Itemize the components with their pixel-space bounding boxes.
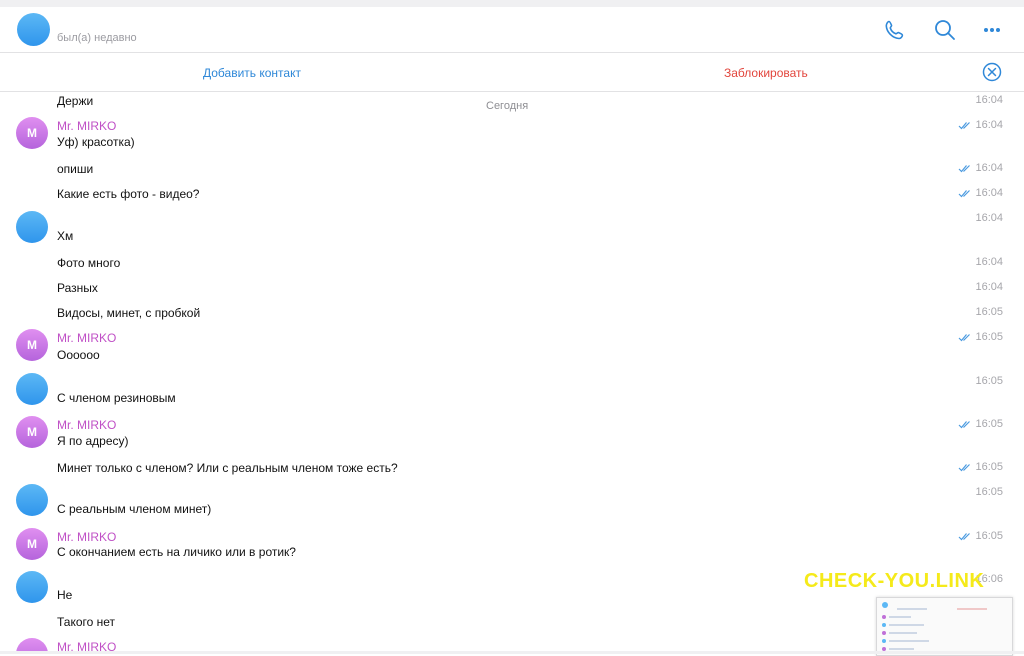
thumbnail-line [957,608,987,610]
message-time: 16:05 [975,530,1003,542]
message-time: 16:04 [975,212,1003,224]
contact-message-avatar[interactable] [16,211,48,243]
message-text: Держи [57,94,94,108]
screenshot-thumbnail[interactable] [876,597,1013,656]
read-checkmarks-icon [958,334,970,342]
sender-avatar[interactable]: M [16,528,48,560]
sender-name[interactable]: Mr. MIRKO [57,119,116,133]
sender-avatar[interactable]: M [16,117,48,149]
message-text: Какие есть фото - видео? [57,187,200,201]
search-icon[interactable] [932,17,958,43]
thumbnail-line [889,648,914,650]
thumbnail-line [889,632,917,634]
contact-message-avatar[interactable] [16,484,48,516]
message-text: Разных [57,281,98,295]
message-text: Хм [57,229,74,243]
read-checkmarks-icon [958,464,970,472]
message-time: 16:04 [975,256,1003,268]
message-text: С членом резиновым [57,391,176,405]
message-text: С окончанием есть на личико или в ротик? [57,545,296,559]
sender-avatar[interactable] [16,638,48,652]
chat-header: был(а) недавно [0,7,1024,53]
read-checkmarks-icon [958,190,970,198]
thumbnail-dot [882,615,886,619]
message-text: Я по адресу) [57,434,129,448]
message-text: Уф) красотка) [57,135,135,149]
read-checkmarks-icon [958,421,970,429]
message-time: 16:05 [975,418,1003,430]
message-time: 16:05 [975,486,1003,498]
thumbnail-avatar [882,602,888,608]
watermark-text: CHECK-YOU.LINK [804,570,985,592]
message-text: Минет только с членом? Или с реальным чл… [57,461,398,475]
message-text: Фото много [57,256,121,270]
contact-message-avatar[interactable] [16,373,48,405]
contact-action-bar: Добавить контакт Заблокировать [0,53,1024,92]
thumbnail-line [897,608,927,610]
message-text: Видосы, минет, с пробкой [57,306,201,320]
thumbnail-dot [882,631,886,635]
block-button[interactable]: Заблокировать [724,66,808,80]
message-time: 16:04 [975,94,1003,106]
sender-avatar[interactable]: M [16,329,48,361]
message-time: 16:05 [975,375,1003,387]
phone-icon[interactable] [882,17,908,43]
message-text: Такого нет [57,615,116,629]
sender-name[interactable]: Mr. MIRKO [57,530,116,544]
date-separator: Сегодня [486,100,529,112]
message-time: 16:05 [975,331,1003,343]
message-time: 16:04 [975,162,1003,174]
message-time: 16:04 [975,187,1003,199]
read-checkmarks-icon [958,122,970,130]
message-text: Оооооо [57,348,100,362]
thumbnail-line [889,624,924,626]
more-icon[interactable] [979,17,1005,43]
contact-avatar[interactable] [17,13,50,46]
message-time: 16:04 [975,281,1003,293]
message-text: Не [57,588,73,602]
thumbnail-line [889,640,929,642]
contact-message-avatar[interactable] [16,571,48,603]
message-list[interactable]: Сегодня Держи 16:04 M Mr. MIRKO Уф) крас… [0,92,1024,652]
read-checkmarks-icon [958,165,970,173]
message-time: 16:05 [975,461,1003,473]
message-text: опиши [57,162,94,176]
message-time: 16:04 [975,119,1003,131]
sender-name[interactable]: Mr. MIRKO [57,331,116,345]
read-checkmarks-icon [958,533,970,541]
message-text: С реальным членом минет) [57,502,212,516]
close-icon[interactable] [982,62,1002,82]
contact-status: был(а) недавно [57,32,137,44]
add-contact-button[interactable]: Добавить контакт [203,66,301,80]
sender-avatar[interactable]: M [16,416,48,448]
thumbnail-dot [882,639,886,643]
thumbnail-line [889,616,911,618]
thumbnail-dot [882,623,886,627]
message-time: 16:05 [975,306,1003,318]
sender-name[interactable]: Mr. MIRKO [57,418,116,432]
